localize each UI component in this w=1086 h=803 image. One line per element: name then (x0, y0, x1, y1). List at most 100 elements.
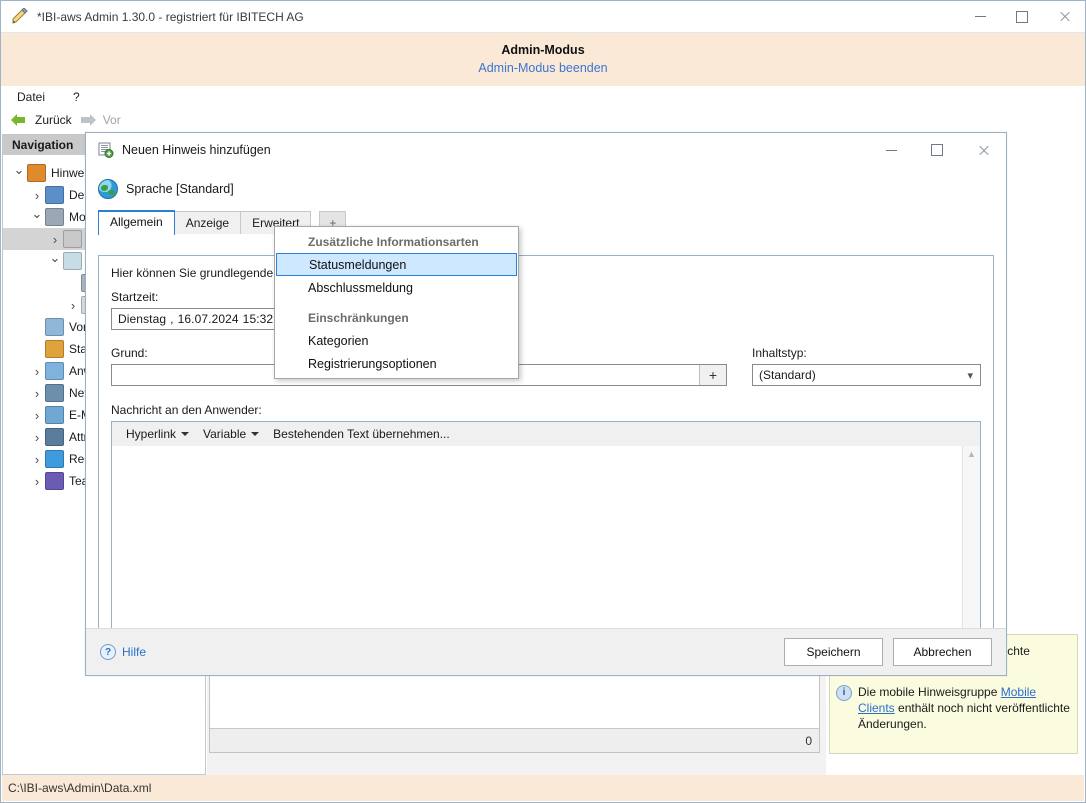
take-existing-text-button[interactable]: Bestehenden Text übernehmen... (269, 425, 454, 443)
hyperlink-label: Hyperlink (126, 427, 176, 441)
monitor-warning-icon (45, 186, 64, 204)
network-icon (45, 384, 64, 402)
admin-mode-exit-link[interactable]: Admin-Modus beenden (478, 59, 607, 78)
tree-item-label: De (69, 188, 84, 202)
additional-info-popup-menu: Zusätzliche Informationsarten Statusmeld… (274, 226, 519, 379)
status-bar-path: C:\IBI-aws\Admin\Data.xml (8, 781, 151, 795)
chevron-right-icon[interactable] (29, 474, 45, 489)
chevron-right-icon[interactable] (29, 430, 45, 445)
start-time-label: Startzeit: (111, 290, 981, 304)
list-icon (63, 230, 82, 248)
variable-label: Variable (203, 427, 246, 441)
user-screen-icon (45, 428, 64, 446)
minimize-button[interactable] (959, 1, 1001, 32)
chevron-right-icon[interactable] (29, 364, 45, 379)
popup-group-title: Einschränkungen (275, 306, 518, 329)
start-time-input[interactable]: Dienstag , 16.07.2024 15:32 (111, 308, 281, 330)
tree-item-label: Mo (69, 210, 86, 224)
title-bar: *IBI-aws Admin 1.30.0 - registriert für … (1, 1, 1085, 33)
content-type-select[interactable]: (Standard) ▾ (752, 364, 981, 386)
scroll-up-icon[interactable]: ▲ (967, 449, 976, 459)
start-time-separator: , (170, 312, 173, 326)
dialog-maximize-button[interactable] (914, 133, 960, 167)
language-row[interactable]: Sprache [Standard] (86, 175, 1006, 203)
message-label: Nachricht an den Anwender: (111, 403, 981, 417)
notification-item: i Die mobile Hinweisgruppe Mobile Client… (836, 684, 1071, 732)
help-label: Hilfe (122, 645, 146, 659)
content-type-column: Inhaltstyp: (Standard) ▾ (752, 346, 981, 386)
chevron-right-icon[interactable] (47, 232, 63, 247)
dialog-minimize-button[interactable] (868, 133, 914, 167)
start-time-date: 16.07.2024 (178, 312, 239, 326)
chevron-down-icon (251, 432, 259, 436)
device-warning-icon (45, 208, 64, 226)
popup-item-statusmeldungen[interactable]: Statusmeldungen (276, 253, 517, 276)
dialog-title-bar: Neuen Hinweis hinzufügen (86, 133, 1006, 167)
admin-mode-banner: Admin-Modus Admin-Modus beenden (1, 33, 1085, 86)
globe-icon (98, 179, 118, 199)
forward-button-label: Vor (103, 113, 121, 127)
close-button[interactable] (1043, 1, 1085, 32)
popup-item-abschlussmeldung[interactable]: Abschlussmeldung (275, 276, 518, 299)
back-arrow-icon[interactable] (11, 114, 28, 126)
grid-row-count: 0 (805, 734, 812, 748)
tab-allgemein[interactable]: Allgemein (98, 210, 175, 235)
chevron-down-icon (181, 432, 189, 436)
dialog-footer: ? Hilfe Speichern Abbrechen (86, 628, 1006, 675)
chevron-right-icon[interactable] (65, 298, 81, 313)
chevron-right-icon[interactable] (29, 386, 45, 401)
gear-orange-icon (45, 340, 64, 358)
content-type-label: Inhaltstyp: (752, 346, 981, 360)
copy-icon (45, 318, 64, 336)
forward-arrow-icon (79, 114, 96, 126)
menu-bar: Datei ? (1, 86, 1085, 108)
notification-text-before: Die mobile Hinweisgruppe (858, 685, 1001, 699)
help-link[interactable]: ? Hilfe (100, 644, 146, 660)
mail-icon (45, 406, 64, 424)
chevron-right-icon[interactable] (29, 408, 45, 423)
reason-add-button[interactable]: + (699, 365, 726, 385)
maximize-button[interactable] (1001, 1, 1043, 32)
hyperlink-dropdown[interactable]: Hyperlink (122, 425, 193, 443)
tab-anzeige[interactable]: Anzeige (174, 211, 241, 234)
reason-row: Grund: + Inhaltstyp: (Standard) ▾ (111, 346, 981, 386)
dialog-body: Sprache [Standard] Allgemein Anzeige Erw… (86, 167, 1006, 675)
dialog-buttons: Speichern Abbrechen (784, 638, 992, 666)
popup-group-title: Zusätzliche Informationsarten (275, 230, 518, 253)
editor-toolbar: Hyperlink Variable Bestehenden Text über… (112, 422, 980, 447)
admin-mode-title: Admin-Modus (501, 42, 584, 59)
grid-footer: 0 (210, 728, 819, 752)
dialog-tabs: Allgemein Anzeige Erweitert + (98, 211, 1006, 234)
variable-dropdown[interactable]: Variable (199, 425, 263, 443)
menu-item-help[interactable]: ? (70, 88, 83, 106)
save-button[interactable]: Speichern (784, 638, 883, 666)
windows-icon (45, 362, 64, 380)
start-time-row: Dienstag , 16.07.2024 15:32 (111, 308, 981, 330)
chevron-down-icon[interactable] (29, 209, 45, 225)
chevron-right-icon[interactable] (29, 188, 45, 203)
chevron-right-icon[interactable] (29, 452, 45, 467)
status-bar: C:\IBI-aws\Admin\Data.xml (2, 775, 1084, 801)
content-type-value: (Standard) (759, 368, 816, 382)
popup-item-registrierungsoptionen[interactable]: Registrierungsoptionen (275, 352, 518, 375)
navigation-toolbar: Zurück Vor (1, 108, 1085, 132)
window-controls (959, 1, 1085, 32)
menu-item-datei[interactable]: Datei (14, 88, 48, 106)
popup-item-kategorien[interactable]: Kategorien (275, 329, 518, 352)
tree-item-label: Hinwe (51, 166, 84, 180)
registry-icon (45, 450, 64, 468)
chevron-down-icon: ▾ (967, 369, 973, 382)
add-notice-dialog: Neuen Hinweis hinzufügen Sprache [Standa… (85, 132, 1007, 676)
chevron-down-icon[interactable] (47, 253, 63, 269)
dialog-close-button[interactable] (960, 133, 1006, 167)
package-icon (27, 164, 46, 182)
chevron-down-icon[interactable] (11, 165, 27, 181)
back-button-label[interactable]: Zurück (35, 113, 72, 127)
teams-icon (45, 472, 64, 490)
help-icon: ? (100, 644, 116, 660)
take-existing-text-label: Bestehenden Text übernehmen... (273, 427, 450, 441)
wrench-icon (63, 252, 82, 270)
app-icon (11, 8, 29, 26)
start-time-time: 15:32 (243, 312, 274, 326)
cancel-button[interactable]: Abbrechen (893, 638, 992, 666)
